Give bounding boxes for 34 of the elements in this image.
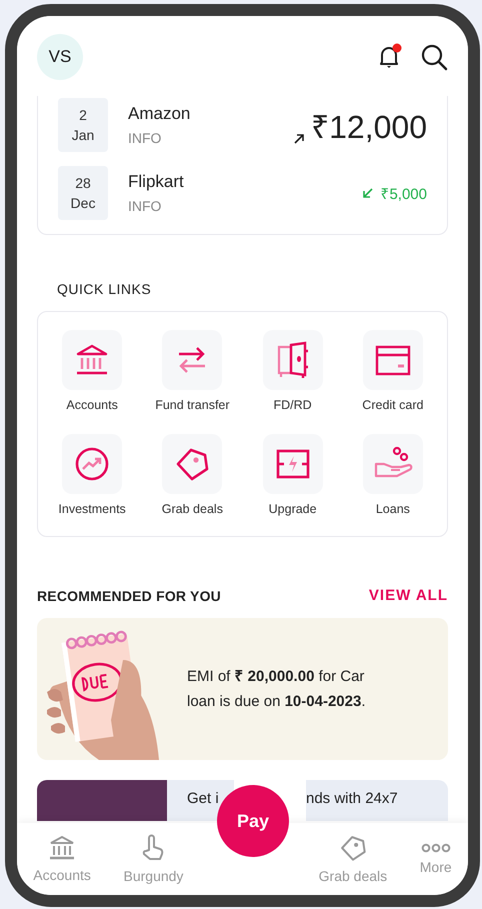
upgrade-panel-icon[interactable] [274, 448, 311, 480]
quick-link-label[interactable]: Credit card [362, 398, 424, 412]
quick-link-label[interactable]: Upgrade [268, 502, 317, 516]
growth-chart-icon[interactable] [74, 446, 110, 482]
tag-icon [338, 834, 367, 862]
quick-link-label[interactable]: Fund transfer [155, 398, 230, 412]
bank-icon [48, 835, 76, 861]
section-title: QUICK LINKS [57, 281, 152, 297]
promo-text: Get i [187, 790, 219, 807]
quick-link-label[interactable]: FD/RD [274, 398, 312, 412]
promo-card-segment[interactable]: Get i [37, 780, 234, 821]
search-icon[interactable] [420, 43, 448, 71]
transaction-subtitle: INFO [128, 130, 162, 146]
quick-link-label[interactable]: Grab deals [162, 502, 223, 516]
promo-text: nds with 24x7 [306, 790, 398, 807]
view-all-link[interactable]: VIEW ALL [368, 587, 448, 604]
more-dots-icon [420, 843, 451, 853]
quick-link-label[interactable]: Investments [58, 502, 126, 516]
emi-reminder-text: EMI of ₹ 20,000.00 for Car loan is due on 10-04-2023. [187, 667, 366, 712]
amount: ₹5,000 [380, 185, 427, 203]
emi-reminder-card[interactable]: EMI of ₹ 20,000.00 for Car loan is due on 10-04-2023. [37, 618, 448, 760]
tag-icon[interactable] [174, 446, 210, 482]
quick-link-label[interactable]: Loans [376, 502, 410, 516]
amount: ₹12,000 [311, 108, 427, 146]
promo-card-segment[interactable]: nds with 24x7 [306, 780, 448, 821]
card-icon[interactable] [374, 344, 411, 376]
merchant-name: Amazon [128, 104, 192, 124]
quick-link-label[interactable]: Accounts [66, 398, 118, 412]
section-title: RECOMMENDED FOR YOU [37, 588, 221, 604]
date-badge: 28 Dec [58, 166, 108, 220]
merchant-name: Flipkart [128, 172, 185, 192]
avatar[interactable]: VS [37, 34, 83, 80]
date-badge: 2 Jan [58, 98, 108, 152]
transaction-subtitle: INFO [128, 198, 162, 214]
